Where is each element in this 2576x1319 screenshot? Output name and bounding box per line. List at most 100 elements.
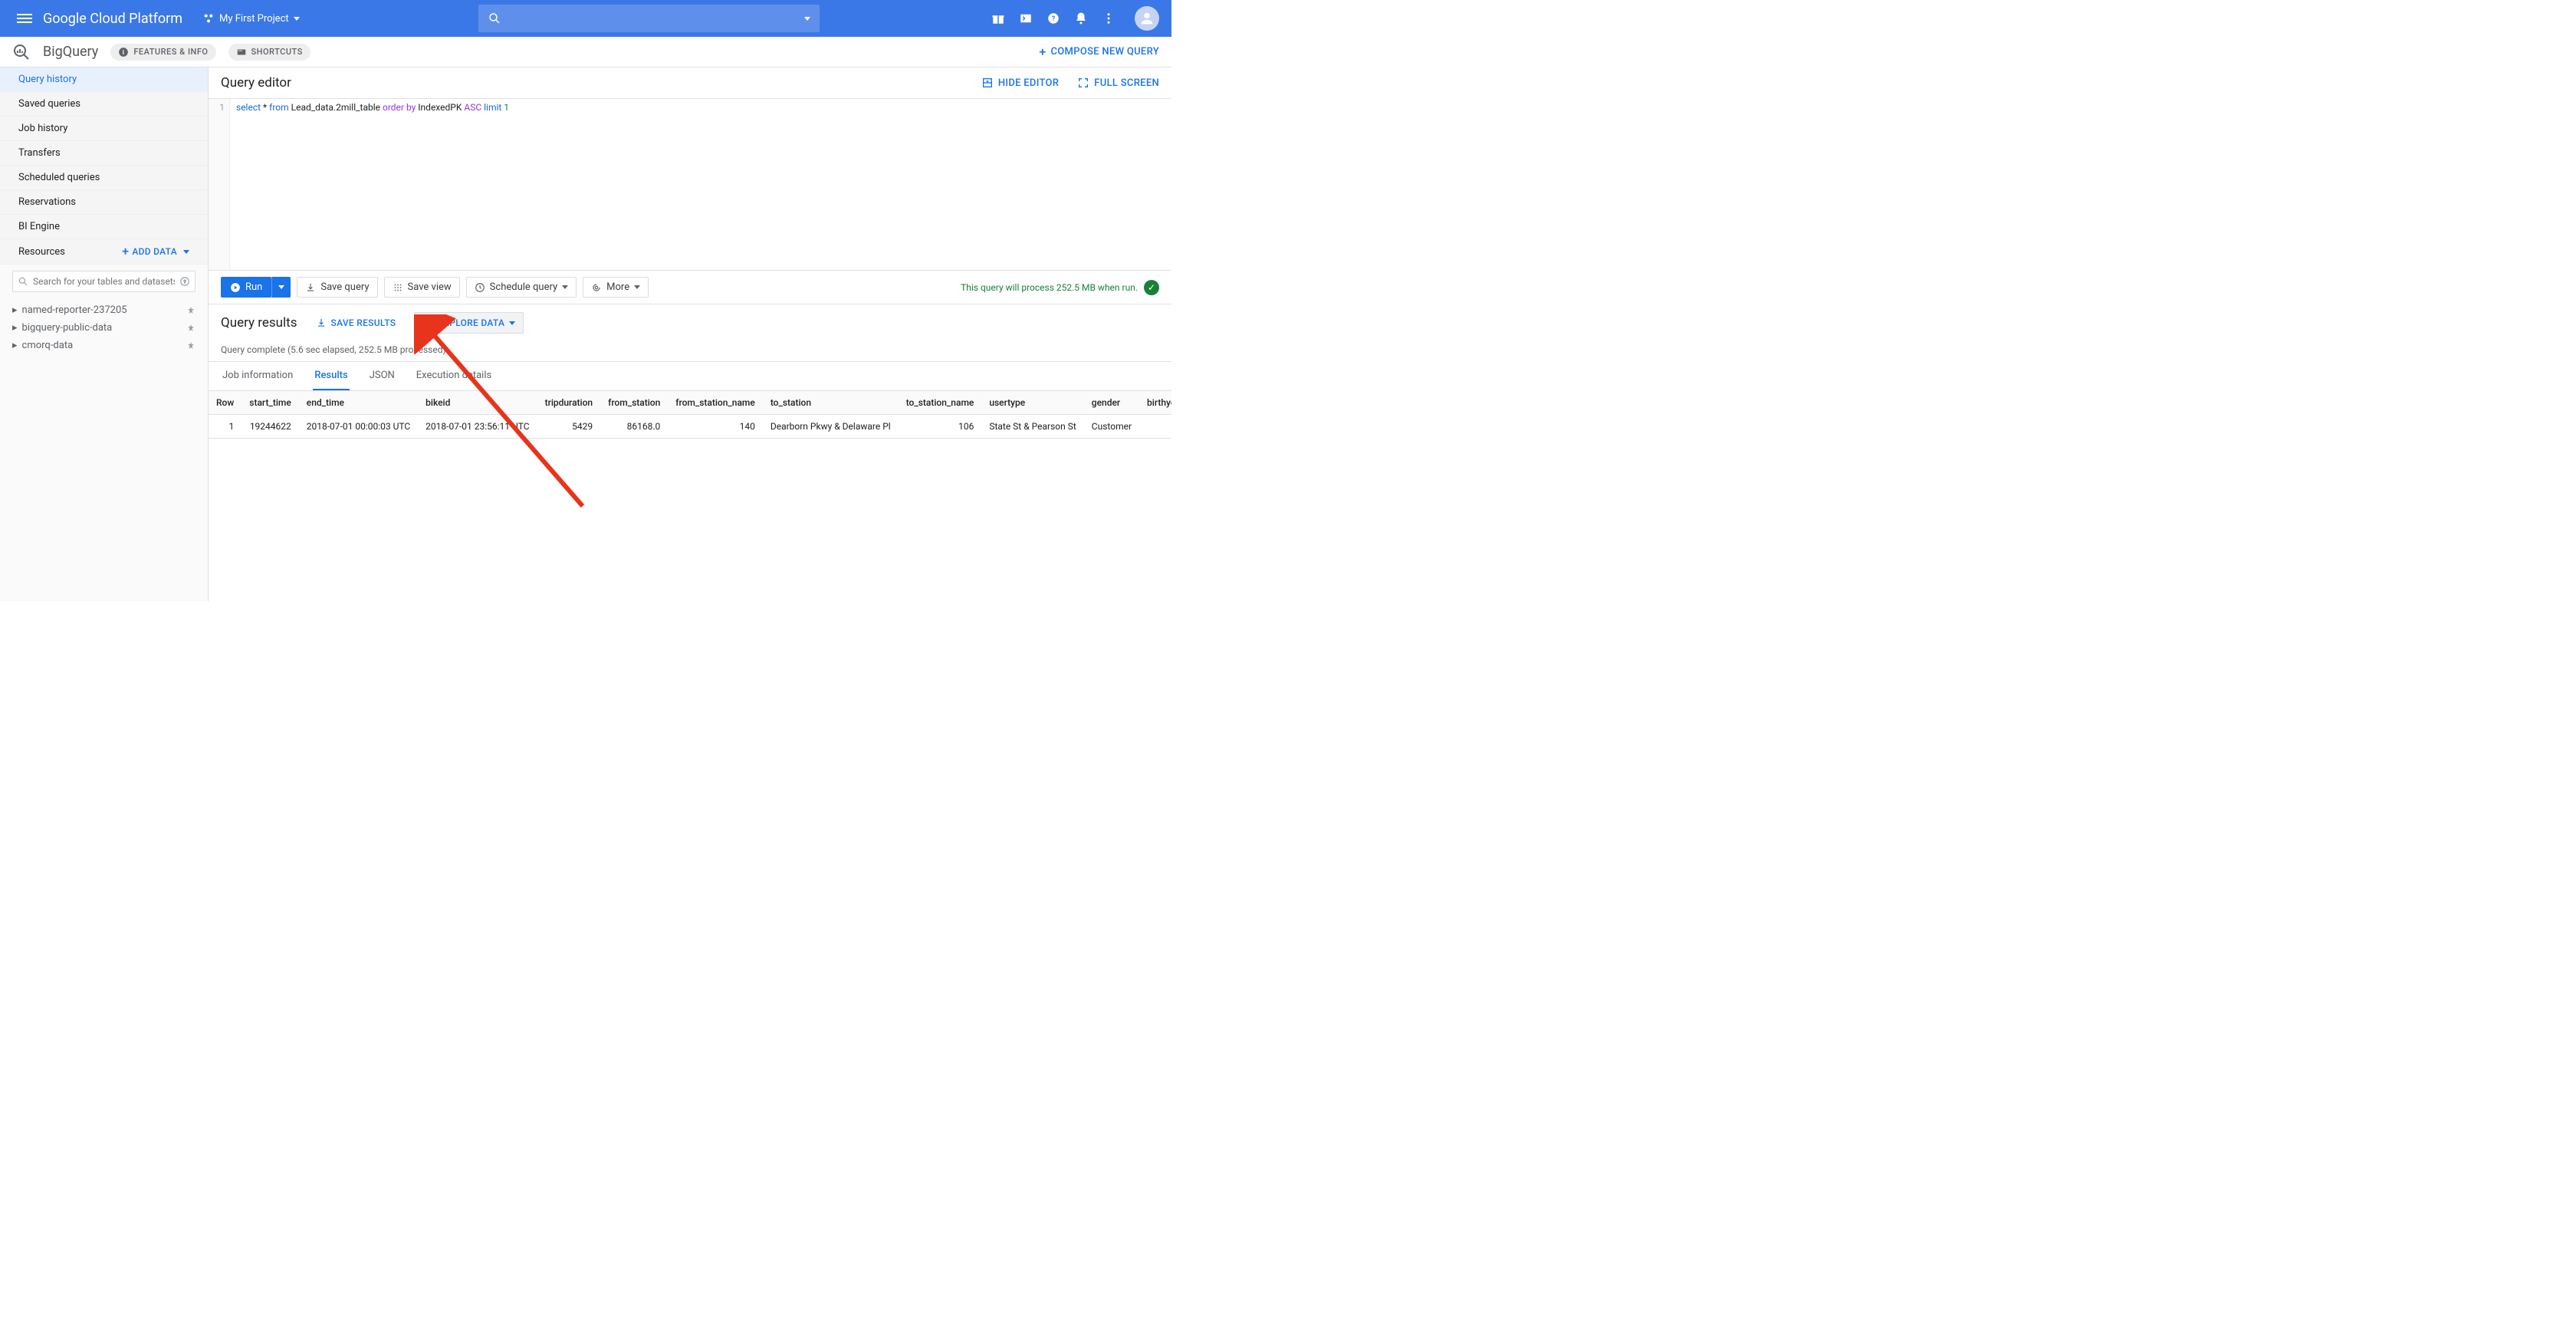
- menu-icon[interactable]: [15, 9, 34, 28]
- explore-data-button[interactable]: EXPLORE DATA: [414, 312, 524, 334]
- cloud-shell-icon[interactable]: [1018, 11, 1033, 26]
- table-cell: 140: [668, 415, 763, 439]
- table-cell: 106: [899, 415, 982, 439]
- gift-icon[interactable]: [991, 11, 1006, 26]
- column-header[interactable]: to_station_name: [899, 391, 982, 415]
- sidebar-transfers[interactable]: Transfers: [0, 141, 208, 166]
- tree-project[interactable]: ▸ named-reporter-237205: [0, 301, 208, 319]
- run-dropdown[interactable]: [271, 277, 291, 298]
- add-data-button[interactable]: + ADD DATA: [122, 245, 189, 258]
- table-cell: Customer: [1084, 415, 1139, 439]
- query-toolbar: Run Save query Save view Schedule query: [209, 271, 1171, 304]
- pin-icon[interactable]: [186, 306, 196, 315]
- table-cell: [1139, 415, 1171, 439]
- tree-project[interactable]: ▸ cmorq-data: [0, 337, 208, 354]
- chevron-down-icon: [294, 17, 300, 21]
- editor-title: Query editor: [221, 75, 291, 90]
- results-table-wrap[interactable]: Rowstart_timeend_timebikeidtripdurationf…: [209, 391, 1171, 439]
- query-complete-status: Query complete (5.6 sec elapsed, 252.5 M…: [209, 341, 1171, 362]
- editor-header: Query editor HIDE EDITOR FULL SCREEN: [209, 67, 1171, 99]
- save-query-button[interactable]: Save query: [297, 277, 377, 298]
- column-header[interactable]: from_station: [600, 391, 668, 415]
- help-icon[interactable]: ?: [1046, 11, 1061, 26]
- line-gutter: 1: [209, 99, 230, 270]
- column-header[interactable]: tripduration: [537, 391, 601, 415]
- product-title: BigQuery: [43, 44, 98, 60]
- resource-search-input[interactable]: [33, 276, 175, 287]
- results-tabs: Job information Results JSON Execution d…: [209, 362, 1171, 391]
- search-icon: [18, 276, 28, 287]
- table-cell: 19244622: [242, 415, 298, 439]
- chevron-down-icon[interactable]: [804, 17, 810, 21]
- features-chip[interactable]: i FEATURES & INFO: [110, 44, 215, 61]
- resource-search[interactable]: ?: [12, 271, 196, 292]
- query-validator: This query will process 252.5 MB when ru…: [961, 280, 1159, 295]
- sidebar-saved-queries[interactable]: Saved queries: [0, 92, 208, 117]
- more-button[interactable]: More: [583, 277, 649, 298]
- hide-editor-button[interactable]: HIDE EDITOR: [981, 77, 1059, 89]
- svg-text:?: ?: [1052, 15, 1056, 23]
- sql-editor[interactable]: 1 select * from Lead_data.2mill_table or…: [209, 99, 1171, 271]
- plus-icon: +: [1039, 46, 1046, 58]
- column-header[interactable]: Row: [209, 391, 242, 415]
- chevron-right-icon: ▸: [12, 304, 18, 316]
- chevron-down-icon: [183, 250, 189, 254]
- results-title: Query results: [221, 315, 297, 331]
- column-header[interactable]: to_station: [763, 391, 899, 415]
- notifications-icon[interactable]: [1073, 11, 1089, 26]
- chevron-down-icon: [509, 321, 515, 325]
- tab-job-information[interactable]: Job information: [221, 362, 294, 390]
- search-icon: [488, 12, 501, 25]
- save-results-button[interactable]: SAVE RESULTS: [316, 317, 396, 328]
- run-button[interactable]: Run: [221, 277, 271, 298]
- chevron-down-icon: [562, 285, 568, 289]
- sidebar-resources-header: Resources + ADD DATA: [0, 239, 208, 265]
- search-box[interactable]: [478, 5, 820, 32]
- resource-tree: ▸ named-reporter-237205 ▸ bigquery-publi…: [0, 298, 208, 357]
- sidebar-scheduled-queries[interactable]: Scheduled queries: [0, 166, 208, 190]
- compose-query-button[interactable]: + COMPOSE NEW QUERY: [1039, 46, 1159, 58]
- tree-project[interactable]: ▸ bigquery-public-data: [0, 319, 208, 337]
- column-header[interactable]: end_time: [299, 391, 418, 415]
- help-icon[interactable]: ?: [179, 276, 190, 287]
- schedule-query-button[interactable]: Schedule query: [466, 277, 577, 298]
- product-bar: BigQuery i FEATURES & INFO SHORTCUTS + C…: [0, 37, 1171, 67]
- plus-icon: +: [122, 245, 129, 258]
- more-vert-icon[interactable]: [1101, 11, 1116, 26]
- tab-results[interactable]: Results: [313, 362, 349, 390]
- full-screen-button[interactable]: FULL SCREEN: [1077, 77, 1159, 89]
- pin-icon[interactable]: [186, 324, 196, 333]
- tab-execution-details[interactable]: Execution details: [415, 362, 493, 390]
- column-header[interactable]: from_station_name: [668, 391, 763, 415]
- check-icon: ✓: [1144, 280, 1159, 295]
- column-header[interactable]: usertype: [981, 391, 1083, 415]
- table-row: 1192446222018-07-01 00:00:03 UTC2018-07-…: [209, 415, 1171, 439]
- table-cell: State St & Pearson St: [981, 415, 1083, 439]
- column-header[interactable]: gender: [1084, 391, 1139, 415]
- pin-icon[interactable]: [186, 341, 196, 350]
- save-view-button[interactable]: Save view: [384, 277, 460, 298]
- shortcuts-chip[interactable]: SHORTCUTS: [228, 44, 310, 61]
- table-cell: 2018-07-01 23:56:11 UTC: [418, 415, 537, 439]
- column-header[interactable]: bikeid: [418, 391, 537, 415]
- chevron-right-icon: ▸: [12, 322, 18, 334]
- results-table: Rowstart_timeend_timebikeidtripdurationf…: [209, 391, 1171, 439]
- tab-json[interactable]: JSON: [368, 362, 396, 390]
- sidebar-job-history[interactable]: Job history: [0, 117, 208, 141]
- search-input[interactable]: [508, 12, 804, 25]
- column-header[interactable]: start_time: [242, 391, 298, 415]
- column-header[interactable]: birthyear: [1139, 391, 1171, 415]
- bigquery-icon: [12, 43, 31, 61]
- table-cell: 5429: [537, 415, 601, 439]
- sql-code[interactable]: select * from Lead_data.2mill_table orde…: [230, 99, 515, 270]
- table-cell: Dearborn Pkwy & Delaware Pl: [763, 415, 899, 439]
- user-avatar[interactable]: [1135, 6, 1159, 31]
- sidebar-query-history[interactable]: Query history: [0, 67, 208, 92]
- svg-text:i: i: [123, 48, 124, 55]
- project-picker[interactable]: My First Project: [195, 9, 307, 28]
- sidebar-bi-engine[interactable]: BI Engine: [0, 215, 208, 239]
- sidebar-reservations[interactable]: Reservations: [0, 190, 208, 215]
- table-cell: 1: [209, 415, 242, 439]
- platform-logo[interactable]: Google Cloud Platform: [43, 11, 182, 27]
- table-cell: 86168.0: [600, 415, 668, 439]
